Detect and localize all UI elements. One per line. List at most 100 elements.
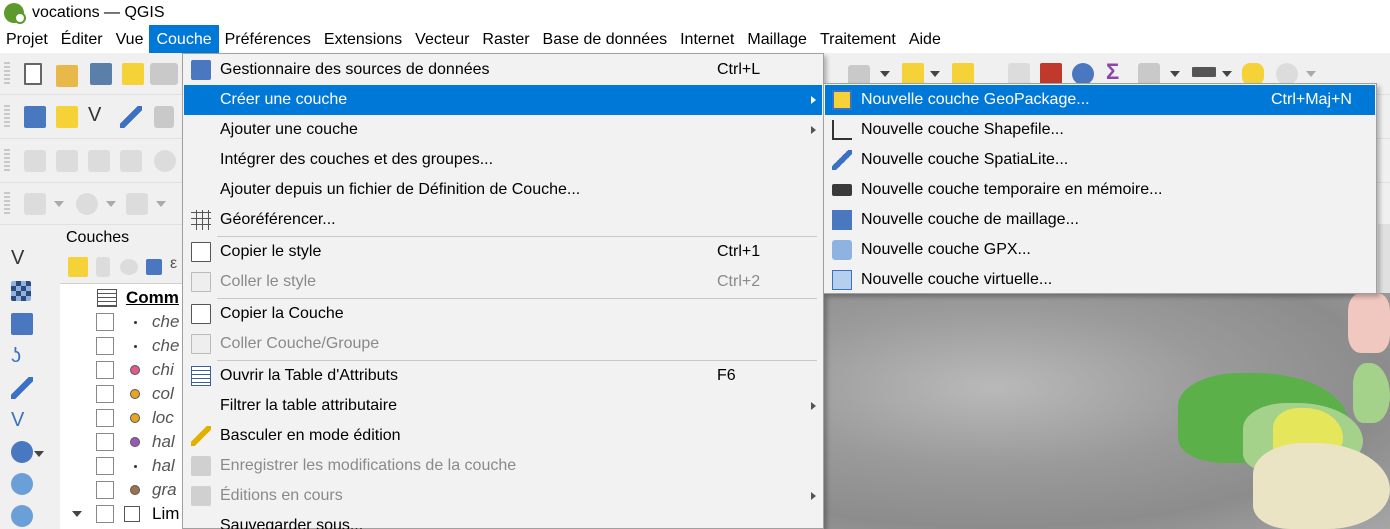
menu-vecteur[interactable]: Vecteur <box>409 26 475 53</box>
couche-menu-item[interactable]: Créer une couche <box>184 85 822 115</box>
layer-visibility-checkbox[interactable] <box>96 337 114 355</box>
menu-raster[interactable]: Raster <box>476 26 535 53</box>
couche-menu-item[interactable]: Gestionnaire des sources de données Ctrl+… <box>184 55 822 85</box>
create-layer-menu-item[interactable]: Nouvelle couche de maillage... <box>825 205 1375 235</box>
layer-visibility-checkbox[interactable] <box>96 385 114 403</box>
new-geopackage-icon[interactable] <box>56 106 78 128</box>
toolbar-handle[interactable] <box>4 192 10 216</box>
zoom-tool-icon[interactable] <box>76 193 98 215</box>
menu-projet[interactable]: Projet <box>0 26 54 53</box>
select-tool-icon[interactable] <box>24 193 46 215</box>
add-vector-layer-icon[interactable]: V <box>11 247 33 269</box>
chevron-down-icon[interactable] <box>54 201 64 207</box>
layer-row[interactable]: che <box>60 334 182 358</box>
toolbar-handle[interactable] <box>4 62 10 86</box>
eye-icon[interactable] <box>120 259 138 275</box>
select-by-area-icon[interactable] <box>902 63 924 85</box>
save-project-icon[interactable] <box>90 63 112 85</box>
expression-filter-icon[interactable]: ε <box>170 255 182 277</box>
sun-icon[interactable] <box>154 150 176 172</box>
create-layer-menu-item[interactable]: Nouvelle couche SpatiaLite... <box>825 145 1375 175</box>
new-shapefile-icon[interactable]: V <box>88 104 110 126</box>
field-calculator-icon[interactable] <box>1138 63 1160 85</box>
add-group-icon[interactable] <box>96 257 110 277</box>
layer-row[interactable]: gra <box>60 478 182 502</box>
couche-menu-item[interactable]: Sauvegarder sous... <box>184 511 822 529</box>
new-project-icon[interactable] <box>24 63 42 85</box>
menu-éditer[interactable]: Éditer <box>55 26 109 53</box>
layer-row[interactable]: hal <box>60 454 182 478</box>
chevron-down-icon[interactable] <box>930 71 940 77</box>
text-annotation-icon[interactable] <box>1276 63 1298 85</box>
layer-visibility-checkbox[interactable] <box>96 409 114 427</box>
couche-menu-item[interactable]: Géoréférencer... <box>184 205 822 235</box>
open-project-icon[interactable] <box>56 65 78 87</box>
create-layer-menu-item[interactable]: Nouvelle couche GPX... <box>825 235 1375 265</box>
layer-row[interactable]: loc <box>60 406 182 430</box>
menu-extensions[interactable]: Extensions <box>318 26 408 53</box>
layer-group-row[interactable]: Lim <box>60 502 182 526</box>
layer-row[interactable]: che <box>60 310 182 334</box>
toolbar-handle[interactable] <box>4 105 10 129</box>
create-layer-menu-item[interactable]: Nouvelle couche virtuelle... <box>825 265 1375 295</box>
toolbar-handle[interactable] <box>4 149 10 173</box>
couche-menu-item[interactable]: Ajouter depuis un fichier de Définition … <box>184 175 822 205</box>
chevron-down-icon[interactable] <box>1170 71 1180 77</box>
layer-visibility-checkbox[interactable] <box>96 505 114 523</box>
add-wms-icon[interactable] <box>11 473 33 495</box>
couche-menu-item[interactable]: Ajouter une couche <box>184 115 822 145</box>
menu-maillage[interactable]: Maillage <box>741 26 813 53</box>
add-virtual-layer-icon[interactable]: V <box>11 409 33 431</box>
print-layout-icon[interactable] <box>150 63 178 85</box>
create-layer-menu-item[interactable]: Nouvelle couche temporaire en mémoire... <box>825 175 1375 205</box>
map-canvas[interactable] <box>823 293 1390 529</box>
chevron-down-icon[interactable] <box>106 201 116 207</box>
layer-visibility-checkbox[interactable] <box>96 457 114 475</box>
menu-couche[interactable]: Couche <box>149 25 219 54</box>
identify-icon[interactable] <box>1008 63 1030 85</box>
add-mesh-layer-icon[interactable] <box>11 313 33 335</box>
menu-traitement[interactable]: Traitement <box>814 26 902 53</box>
annotation-tool-icon[interactable] <box>126 193 148 215</box>
measure-icon[interactable] <box>1192 67 1216 77</box>
couche-menu-item[interactable]: Ouvrir la Table d'Attributs F6 <box>184 361 822 391</box>
chevron-down-icon[interactable] <box>34 451 44 457</box>
add-delimited-text-icon[interactable]: ʖ <box>11 345 33 367</box>
layer-visibility-checkbox[interactable] <box>96 313 114 331</box>
data-source-manager-icon[interactable] <box>24 106 46 128</box>
chevron-down-icon[interactable] <box>1306 71 1316 77</box>
layer-row[interactable]: col <box>60 382 182 406</box>
couche-menu-item[interactable]: Basculer en mode édition <box>184 421 822 451</box>
couche-menu-item[interactable]: Intégrer des couches et des groupes... <box>184 145 822 175</box>
create-layer-menu-item[interactable]: Nouvelle couche GeoPackage... Ctrl+Maj+N <box>825 85 1375 115</box>
filter-icon[interactable] <box>146 259 162 275</box>
layer-visibility-checkbox[interactable] <box>96 481 114 499</box>
layer-visibility-checkbox[interactable] <box>96 433 114 451</box>
create-layer-menu-item[interactable]: Nouvelle couche Shapefile... <box>825 115 1375 145</box>
chevron-down-icon[interactable] <box>72 511 82 517</box>
digitize-line-icon[interactable] <box>56 150 78 172</box>
couche-menu-item[interactable]: Copier le style Ctrl+1 <box>184 237 822 267</box>
digitize-polygon-icon[interactable] <box>88 150 110 172</box>
layer-styling-icon[interactable] <box>68 257 88 277</box>
layer-row[interactable]: chi <box>60 358 182 382</box>
menu-préférences[interactable]: Préférences <box>219 26 317 53</box>
add-raster-layer-icon[interactable] <box>11 281 31 301</box>
chevron-down-icon[interactable] <box>156 201 166 207</box>
add-postgis-icon[interactable] <box>11 441 33 463</box>
couche-menu-item[interactable]: Filtrer la table attributaire <box>184 391 822 421</box>
deselect-icon[interactable] <box>952 63 974 85</box>
statistics-sigma-icon[interactable]: Σ <box>1106 61 1128 83</box>
attribute-table-icon[interactable] <box>1040 63 1062 85</box>
couche-menu-item[interactable]: Copier la Couche <box>184 299 822 329</box>
layer-row[interactable]: hal <box>60 430 182 454</box>
menu-vue[interactable]: Vue <box>110 26 150 53</box>
new-memory-layer-icon[interactable] <box>154 106 174 128</box>
layer-group-row[interactable]: Comm <box>60 286 182 310</box>
layout-manager-icon[interactable] <box>122 63 144 85</box>
digitize-point-icon[interactable] <box>24 150 46 172</box>
processing-toolbox-icon[interactable] <box>1072 63 1094 85</box>
layer-visibility-checkbox[interactable] <box>96 361 114 379</box>
map-tips-icon[interactable] <box>1242 63 1264 85</box>
spatialite-feather-icon[interactable] <box>120 106 142 128</box>
